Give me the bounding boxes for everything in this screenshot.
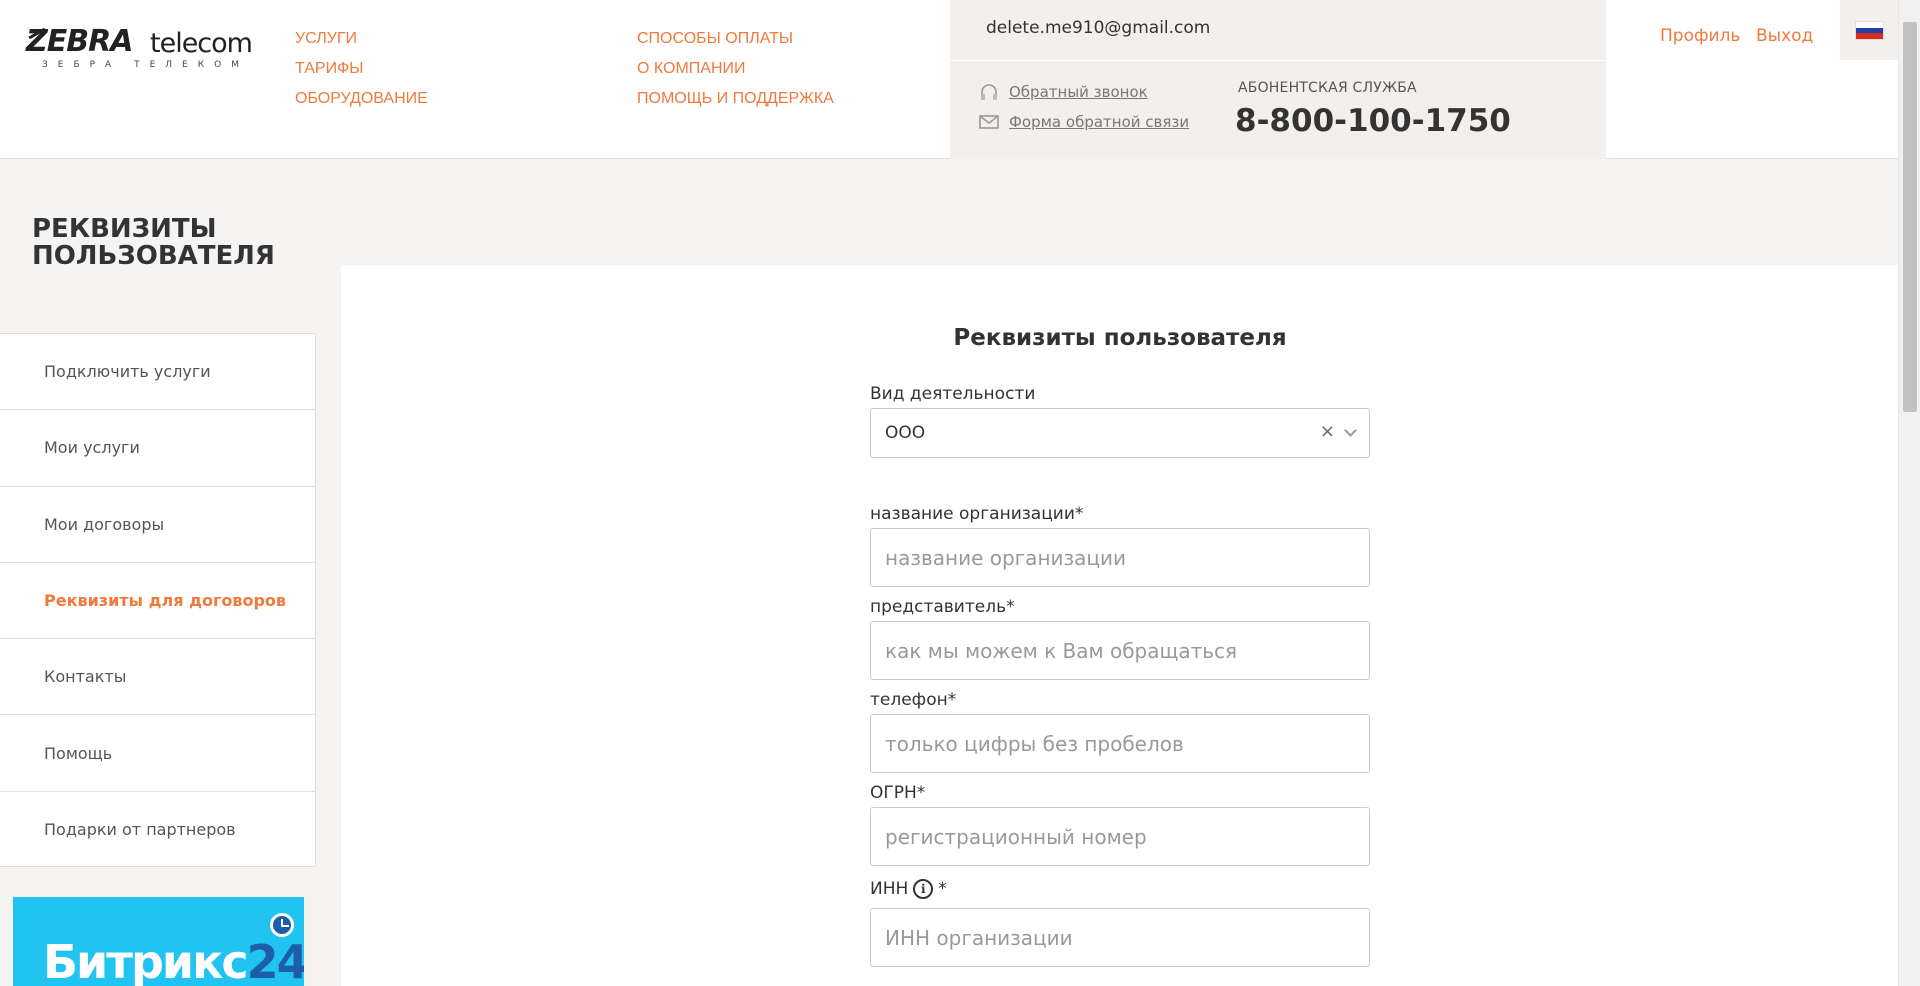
banner-brand: Битрикс <box>43 935 249 986</box>
inn-label: ИНН i * <box>870 879 947 899</box>
activity-select[interactable]: ООО × <box>870 408 1370 458</box>
callback-link[interactable]: Обратный звонок <box>979 83 1148 101</box>
activity-label: Вид деятельности <box>870 384 1036 404</box>
logo-subtitle: ЗЕБРА ТЕЛЕКОМ <box>42 60 249 70</box>
clock-icon <box>270 913 294 937</box>
form-title: Реквизиты пользователя <box>953 325 1287 351</box>
sidebar-item-label: Контакты <box>44 667 127 687</box>
sidebar-item-label: Подключить услуги <box>44 362 211 382</box>
user-email: delete.me910@gmail.com <box>986 18 1211 38</box>
nav-about[interactable]: О КОМПАНИИ <box>637 54 834 84</box>
sidebar-item-label: Помощь <box>44 743 113 763</box>
sidebar-item-contacts[interactable]: Контакты <box>0 639 315 716</box>
clear-icon[interactable]: × <box>1320 421 1335 442</box>
banner-text: Битрикс24 <box>43 935 304 986</box>
activity-select-value: ООО <box>885 423 926 443</box>
info-icon[interactable]: i <box>913 879 934 899</box>
feedback-link[interactable]: Форма обратной связи <box>979 113 1189 131</box>
phone-label: телефон* <box>870 690 957 710</box>
headset-icon <box>979 84 999 100</box>
profile-link[interactable]: Профиль <box>1660 26 1740 46</box>
inn-input[interactable] <box>870 908 1370 967</box>
language-switcher[interactable] <box>1840 0 1898 60</box>
representative-label: представитель* <box>870 597 1015 617</box>
bitrix24-banner[interactable]: Битрикс24 <box>13 897 304 986</box>
page-title: РЕКВИЗИТЫ ПОЛЬЗОВАТЕЛЯ <box>32 216 275 270</box>
representative-input[interactable] <box>870 621 1370 680</box>
org-name-label: название организации* <box>870 504 1084 524</box>
nav-tariffs[interactable]: ТАРИФЫ <box>295 54 428 84</box>
ogrn-label: ОГРН* <box>870 783 926 803</box>
sidebar-item-label: Реквизиты для договоров <box>44 591 287 611</box>
sidebar-item-my-services[interactable]: Мои услуги <box>0 410 315 487</box>
logo[interactable]: ZEBRA telecom ЗЕБРА ТЕЛЕКОМ <box>26 24 266 72</box>
logout-link[interactable]: Выход <box>1756 26 1813 46</box>
header-divider <box>950 60 1606 61</box>
sidebar-menu: Подключить услуги Мои услуги Мои договор… <box>0 333 316 867</box>
sidebar-item-label: Подарки от партнеров <box>44 820 236 840</box>
nav-services[interactable]: УСЛУГИ <box>295 24 428 54</box>
sidebar-item-label: Мои услуги <box>44 438 140 458</box>
page-title-line2: ПОЛЬЗОВАТЕЛЯ <box>32 241 275 271</box>
sidebar-item-label: Мои договоры <box>44 514 165 534</box>
main-nav-col-1: УСЛУГИ ТАРИФЫ ОБОРУДОВАНИЕ <box>295 24 428 114</box>
sidebar-item-partner-gifts[interactable]: Подарки от партнеров <box>0 792 315 868</box>
main-nav-col-2: СПОСОБЫ ОПЛАТЫ О КОМПАНИИ ПОМОЩЬ И ПОДДЕ… <box>637 24 834 114</box>
logo-brand: ZEBRA <box>26 24 133 59</box>
sidebar-item-connect-services[interactable]: Подключить услуги <box>0 334 315 411</box>
sidebar-item-contract-details[interactable]: Реквизиты для договоров <box>0 563 315 640</box>
org-name-input[interactable] <box>870 528 1370 587</box>
feedback-label: Форма обратной связи <box>1009 113 1190 131</box>
page-scrollbar[interactable] <box>1898 0 1920 986</box>
banner-brand-number: 24 <box>246 935 304 986</box>
inn-required-star: * <box>938 879 947 899</box>
nav-payment[interactable]: СПОСОБЫ ОПЛАТЫ <box>637 24 834 54</box>
ogrn-input[interactable] <box>870 807 1370 866</box>
callback-label: Обратный звонок <box>1009 83 1148 101</box>
scrollbar-thumb[interactable] <box>1903 22 1917 412</box>
inn-label-text: ИНН <box>870 879 909 899</box>
sidebar-item-help[interactable]: Помощь <box>0 715 315 792</box>
logo-brand-suffix: telecom <box>150 28 253 59</box>
service-phone[interactable]: 8-800-100-1750 <box>1235 103 1511 139</box>
envelope-icon <box>979 114 999 130</box>
service-label: АБОНЕНТСКАЯ СЛУЖБА <box>1238 80 1417 96</box>
nav-help[interactable]: ПОМОЩЬ И ПОДДЕРЖКА <box>637 84 834 114</box>
chevron-down-icon[interactable] <box>1344 424 1357 437</box>
phone-input[interactable] <box>870 714 1370 773</box>
page-title-line1: РЕКВИЗИТЫ <box>32 214 217 244</box>
site-header: ZEBRA telecom ЗЕБРА ТЕЛЕКОМ УСЛУГИ ТАРИФ… <box>0 0 1898 159</box>
russian-flag-icon <box>1855 21 1884 40</box>
sidebar-item-my-contracts[interactable]: Мои договоры <box>0 487 315 563</box>
nav-equipment[interactable]: ОБОРУДОВАНИЕ <box>295 84 428 114</box>
